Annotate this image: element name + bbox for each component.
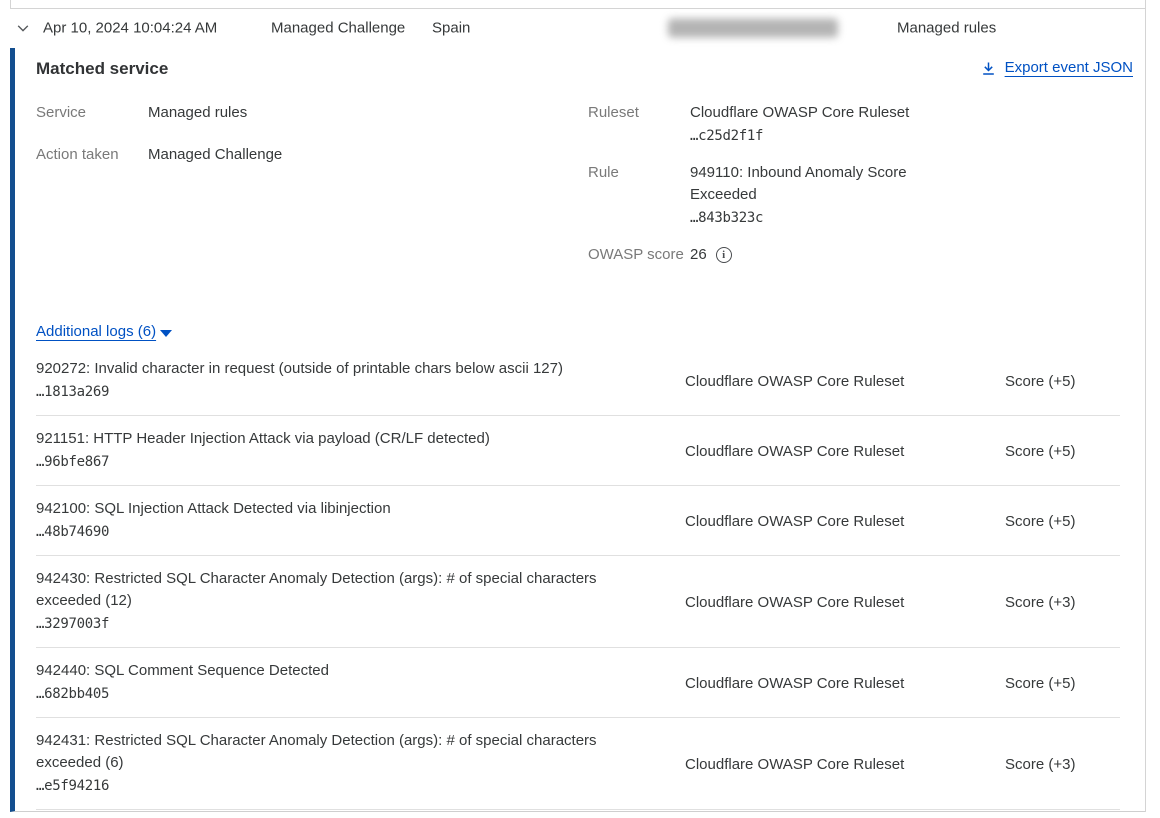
event-details-panel: Matched service Export event JSON Servic…: [10, 48, 1145, 812]
log-row: 942430: Restricted SQL Character Anomaly…: [36, 556, 1120, 648]
log-row: 942440: SQL Comment Sequence Detected …6…: [36, 648, 1120, 718]
log-title: 942100: SQL Injection Attack Detected vi…: [36, 498, 636, 520]
log-score: Score (+5): [1005, 443, 1120, 460]
log-ruleset: Cloudflare OWASP Core Ruleset: [685, 594, 1005, 611]
owasp-score-label: OWASP score: [588, 244, 690, 266]
export-event-json-label: Export event JSON: [1005, 58, 1133, 78]
service-label: Service: [36, 102, 148, 124]
log-ruleset: Cloudflare OWASP Core Ruleset: [685, 373, 1005, 390]
panel-title: Matched service: [36, 58, 168, 80]
additional-logs-label: Additional logs (6): [36, 322, 156, 342]
event-row-header[interactable]: Apr 10, 2024 10:04:24 AM Managed Challen…: [10, 8, 1145, 48]
log-title: 920272: Invalid character in request (ou…: [36, 358, 636, 380]
panel-header: Matched service Export event JSON: [36, 58, 1133, 80]
event-action: Managed Challenge: [271, 20, 405, 37]
field-ruleset: Ruleset Cloudflare OWASP Core Ruleset …c…: [588, 102, 930, 148]
field-rule: Rule 949110: Inbound Anomaly Score Excee…: [588, 162, 930, 230]
additional-logs-list: 920272: Invalid character in request (ou…: [36, 346, 1120, 810]
log-rule-id: …3297003f: [36, 612, 636, 636]
matched-service-details: Service Managed rules Action taken Manag…: [36, 102, 1133, 280]
log-rule-id: …1813a269: [36, 380, 636, 404]
security-events-screen: Apr 10, 2024 10:04:24 AM Managed Challen…: [0, 0, 1160, 818]
event-timestamp: Apr 10, 2024 10:04:24 AM: [43, 20, 217, 37]
details-left-column: Service Managed rules Action taken Manag…: [36, 102, 588, 280]
rule-id: …843b323c: [690, 206, 930, 230]
ruleset-id: …c25d2f1f: [690, 124, 930, 148]
field-action-taken: Action taken Managed Challenge: [36, 144, 588, 166]
ruleset-label: Ruleset: [588, 102, 690, 124]
action-taken-label: Action taken: [36, 144, 148, 166]
log-title: 921151: HTTP Header Injection Attack via…: [36, 428, 636, 450]
log-rule-id: …48b74690: [36, 520, 636, 544]
rule-label: Rule: [588, 162, 690, 184]
rule-name: 949110: Inbound Anomaly Score Exceeded: [690, 162, 930, 206]
chevron-down-icon[interactable]: [14, 19, 32, 37]
table-right-border: [1145, 0, 1146, 812]
log-row: 942100: SQL Injection Attack Detected vi…: [36, 486, 1120, 556]
action-taken-value: Managed Challenge: [148, 144, 282, 166]
log-row: 921151: HTTP Header Injection Attack via…: [36, 416, 1120, 486]
caret-down-icon: [160, 330, 172, 337]
log-ruleset: Cloudflare OWASP Core Ruleset: [685, 443, 1005, 460]
log-rule-id: …682bb405: [36, 682, 636, 706]
service-value: Managed rules: [148, 102, 247, 124]
log-title: 942440: SQL Comment Sequence Detected: [36, 660, 636, 682]
log-ruleset: Cloudflare OWASP Core Ruleset: [685, 756, 1005, 773]
event-country: Spain: [432, 20, 470, 37]
table-left-border-stub: [10, 0, 11, 8]
ruleset-name: Cloudflare OWASP Core Ruleset: [690, 102, 930, 124]
export-event-json-button[interactable]: Export event JSON: [981, 58, 1133, 78]
details-right-column: Ruleset Cloudflare OWASP Core Ruleset …c…: [588, 102, 930, 280]
additional-logs-toggle[interactable]: Additional logs (6): [36, 322, 172, 342]
log-score: Score (+5): [1005, 373, 1120, 390]
log-rule-id: …e5f94216: [36, 774, 636, 798]
owasp-score-line: 26 i: [690, 244, 930, 266]
log-title: 942431: Restricted SQL Character Anomaly…: [36, 730, 636, 774]
ruleset-value-block: Cloudflare OWASP Core Ruleset …c25d2f1f: [690, 102, 930, 148]
download-icon: [981, 61, 996, 76]
log-row: 942431: Restricted SQL Character Anomaly…: [36, 718, 1120, 810]
log-rule-id: …96bfe867: [36, 450, 636, 474]
field-service: Service Managed rules: [36, 102, 588, 124]
field-owasp-score: OWASP score 26 i: [588, 244, 930, 266]
log-ruleset: Cloudflare OWASP Core Ruleset: [685, 513, 1005, 530]
log-row: 920272: Invalid character in request (ou…: [36, 346, 1120, 416]
log-ruleset: Cloudflare OWASP Core Ruleset: [685, 675, 1005, 692]
log-score: Score (+5): [1005, 513, 1120, 530]
log-score: Score (+3): [1005, 594, 1120, 611]
owasp-score-value: 26: [690, 244, 707, 266]
log-score: Score (+3): [1005, 756, 1120, 773]
rule-value-block: 949110: Inbound Anomaly Score Exceeded ……: [690, 162, 930, 230]
info-icon[interactable]: i: [716, 247, 732, 263]
redacted-value: [668, 19, 838, 38]
event-service: Managed rules: [897, 20, 996, 37]
log-score: Score (+5): [1005, 675, 1120, 692]
log-title: 942430: Restricted SQL Character Anomaly…: [36, 568, 636, 612]
